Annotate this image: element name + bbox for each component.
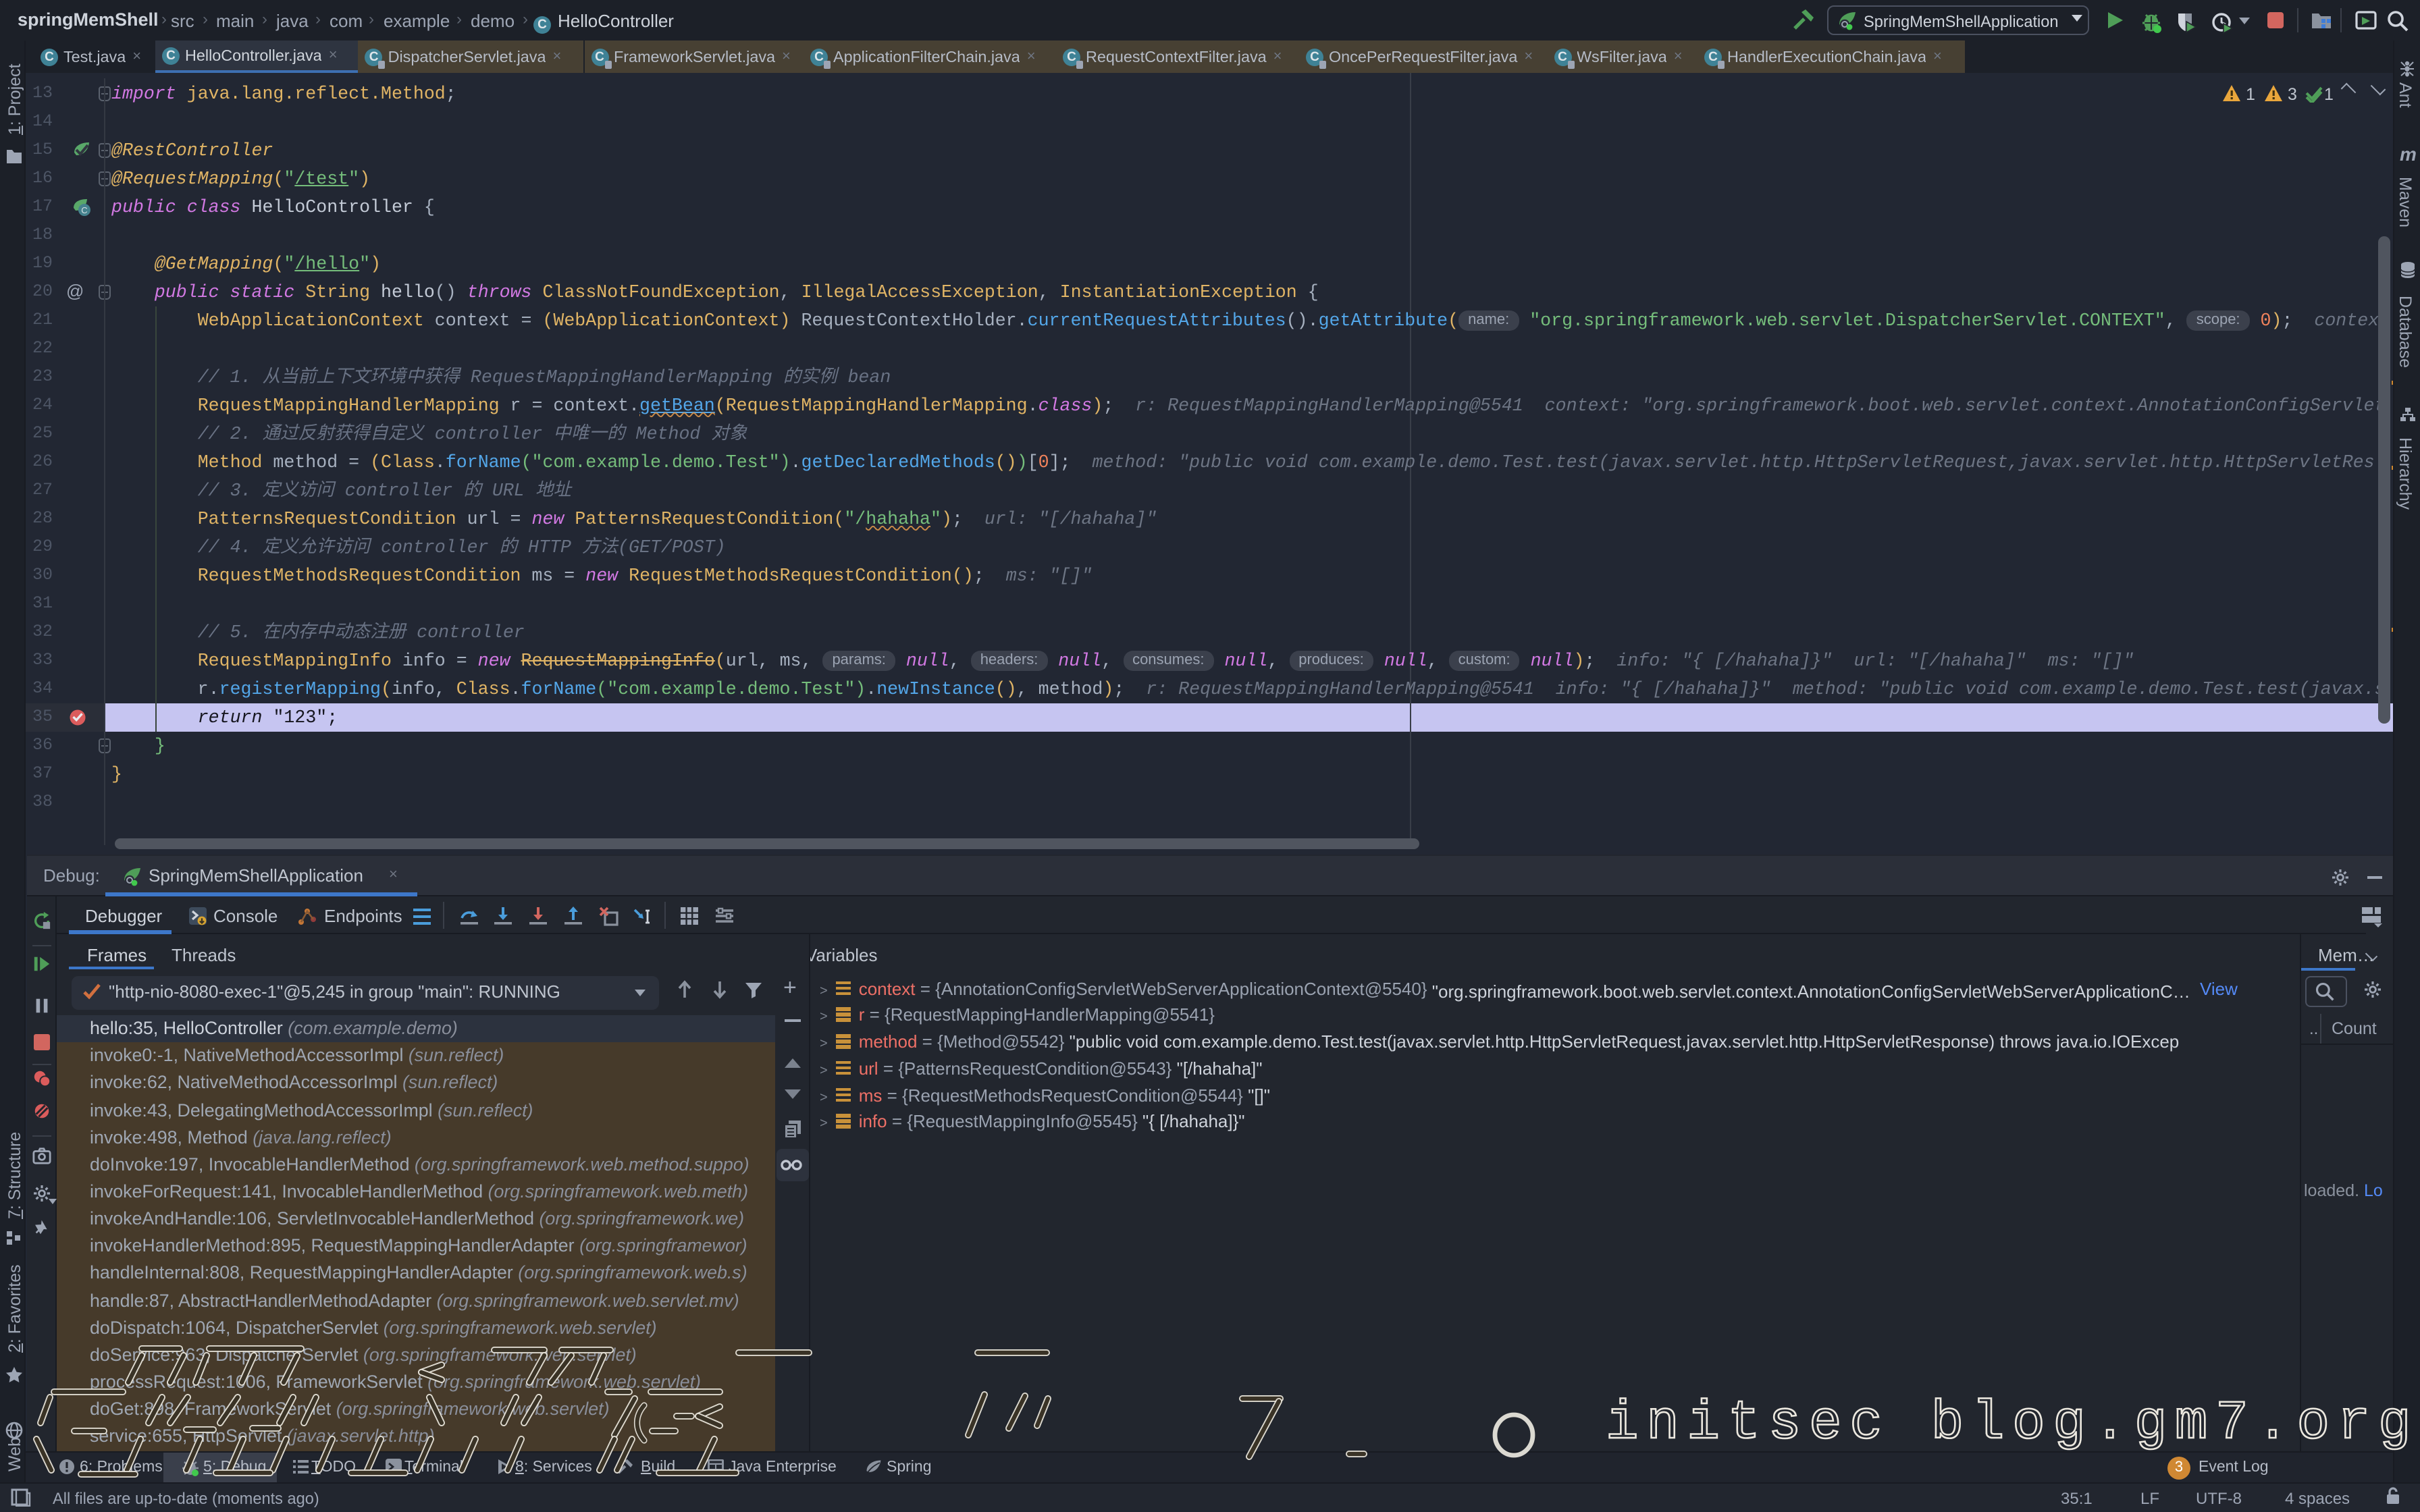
svg-text:C: C <box>81 205 87 215</box>
